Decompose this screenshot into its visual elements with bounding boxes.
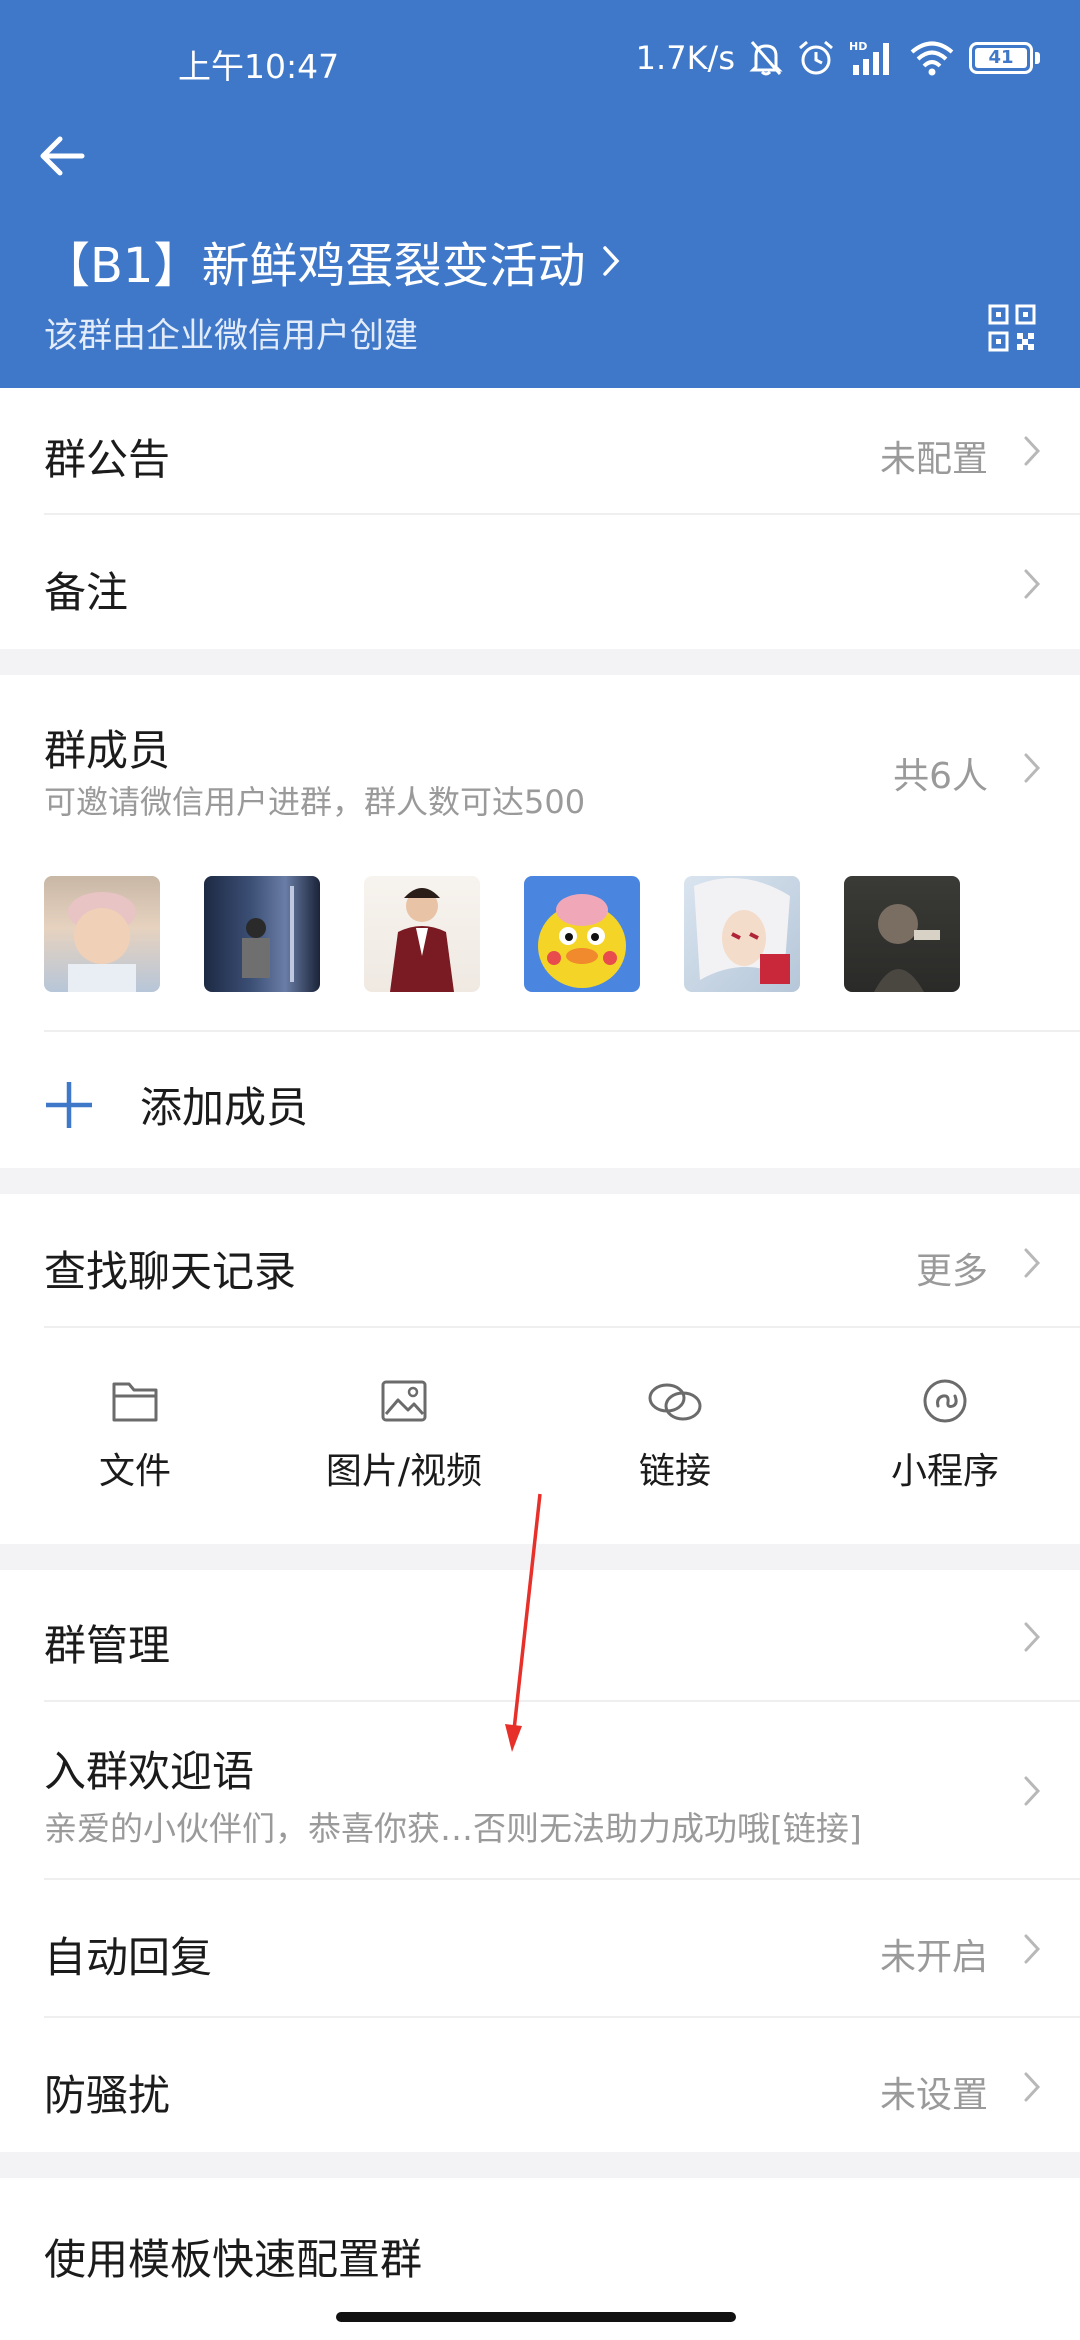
home-indicator[interactable] (336, 2312, 736, 2322)
row-label: 添加成员 (140, 1083, 309, 1132)
quick-action-file[interactable]: 文件 (35, 1378, 235, 1494)
signal-hd-icon: HD (849, 40, 889, 75)
quick-action-label: 链接 (638, 1451, 711, 1492)
row-label: 备注 (44, 568, 129, 617)
member-avatar[interactable] (844, 876, 960, 992)
section-gap (0, 649, 1080, 675)
divider (44, 1326, 1080, 1328)
row-sub: 可邀请微信用户进群，群人数可达500 (44, 783, 586, 821)
avatar-dark-icon (874, 904, 940, 992)
member-avatar[interactable] (684, 876, 800, 992)
row-label: 查找聊天记录 (44, 1247, 297, 1296)
group-title-text: 【B1】新鲜鸡蛋裂变活动 (42, 238, 586, 294)
qr-code-icon[interactable] (988, 304, 1036, 352)
row-add-member[interactable]: 添加成员 (0, 1032, 1080, 1164)
alarm-icon (799, 40, 833, 75)
image-icon (381, 1380, 427, 1422)
group-settings-screen: 上午10:47 1.7K/s HD 41 【B1】新鲜鸡蛋裂变活动 该群由企业微… (0, 0, 1080, 2340)
avatar-child-icon (68, 892, 136, 992)
row-sub: 亲爱的小伙伴们，恭喜你获…否则无法助力成功哦[链接] (44, 1809, 862, 1848)
group-title[interactable]: 【B1】新鲜鸡蛋裂变活动 (42, 226, 621, 296)
row-remark[interactable]: 备注 (0, 515, 1080, 649)
row-auto-reply[interactable]: 自动回复 未开启 (0, 1880, 1080, 2016)
folder-icon (112, 1382, 158, 1422)
row-search-history[interactable]: 查找聊天记录 更多 (0, 1194, 1080, 1326)
status-icons: 1.7K/s HD 41 (636, 34, 1040, 82)
mute-bell-icon (749, 41, 783, 76)
chevron-right-icon (1024, 1622, 1041, 1652)
quick-action-label: 小程序 (890, 1451, 999, 1492)
row-label: 自动回复 (44, 1933, 213, 1982)
plus-icon (46, 1082, 92, 1128)
wifi-icon (910, 41, 954, 76)
chevron-right-icon (1024, 1934, 1041, 1964)
row-group-manage[interactable]: 群管理 (0, 1570, 1080, 1700)
row-value: 未配置 (879, 439, 988, 480)
quick-action-link[interactable]: 链接 (575, 1378, 775, 1494)
chevron-right-icon (1024, 436, 1041, 466)
row-label: 群公告 (44, 435, 171, 484)
avatar-yellow-duck-icon (538, 894, 626, 988)
chevron-right-icon (603, 246, 620, 276)
battery-icon: 41 (969, 42, 1040, 74)
row-members[interactable]: 群成员 可邀请微信用户进群，群人数可达500 共6人 (0, 675, 1080, 845)
row-anti-harass[interactable]: 防骚扰 未设置 (0, 2018, 1080, 2152)
quick-action-mini-program[interactable]: 小程序 (845, 1378, 1045, 1494)
row-value: 更多 (915, 1251, 988, 1292)
net-speed: 1.7K/s (635, 39, 735, 77)
member-avatar[interactable] (524, 876, 640, 992)
status-time: 上午10:47 (178, 47, 340, 86)
row-label: 群管理 (44, 1621, 171, 1670)
row-label: 入群欢迎语 (44, 1747, 255, 1796)
avatar-man-suit-icon (390, 888, 454, 992)
quick-action-label: 文件 (98, 1451, 171, 1492)
chevron-right-icon (1024, 753, 1041, 783)
member-count: 共6人 (893, 756, 988, 797)
section-gap (0, 1544, 1080, 1570)
chevron-right-icon (1024, 1776, 1041, 1806)
group-subtitle: 该群由企业微信用户创建 (44, 316, 418, 356)
chevron-right-icon (1024, 2072, 1041, 2102)
chevron-right-icon (1024, 1248, 1041, 1278)
chevron-right-icon (1024, 569, 1041, 599)
avatar-backpack-icon (242, 886, 294, 982)
link-icon (648, 1383, 702, 1421)
row-value: 未开启 (879, 1937, 988, 1978)
svg-text:HD: HD (849, 40, 867, 53)
section-gap (0, 2152, 1080, 2178)
quick-action-label: 图片/视频 (325, 1451, 483, 1492)
header: 上午10:47 1.7K/s HD 41 【B1】新鲜鸡蛋裂变活动 该群由企业微… (0, 0, 1080, 388)
row-label: 群成员 (44, 726, 171, 775)
member-avatar[interactable] (44, 876, 160, 992)
battery-level: 41 (975, 48, 1027, 68)
section-gap (0, 1168, 1080, 1194)
row-value: 未设置 (879, 2075, 988, 2116)
quick-action-image-video[interactable]: 图片/视频 (304, 1378, 504, 1494)
row-announcement[interactable]: 群公告 未配置 (0, 388, 1080, 514)
row-label: 使用模板快速配置群 (44, 2235, 423, 2284)
row-welcome[interactable]: 入群欢迎语 亲爱的小伙伴们，恭喜你获…否则无法助力成功哦[链接] (0, 1702, 1080, 1878)
member-avatar[interactable] (204, 876, 320, 992)
mini-program-icon (923, 1379, 967, 1423)
avatar-anime-icon (694, 878, 790, 984)
member-avatar[interactable] (364, 876, 480, 992)
back-arrow-icon[interactable] (32, 126, 92, 186)
row-label: 防骚扰 (44, 2071, 171, 2120)
